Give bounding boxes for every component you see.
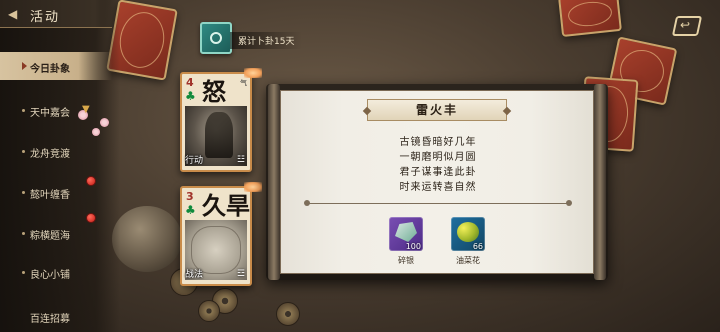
poem-line: 一朝磨明似月圆 — [399, 152, 477, 163]
card-character: 久旱 — [202, 191, 250, 220]
notification-badge — [86, 213, 96, 223]
return-button[interactable]: ↩ — [670, 14, 704, 38]
sidebar-item-label: 粽横题海 — [30, 231, 70, 242]
blossom-decoration — [92, 128, 100, 136]
sidebar-item-dragon-boat-race[interactable]: 龙舟竞渡 — [0, 137, 112, 165]
hexagram-panel: 雷火丰 古镜昏暗好几年 一朝磨明似月圆 君子谋事逢此卦 时来运转喜自然 100 … — [266, 84, 608, 280]
counter-text: 累计卜卦15天 — [230, 32, 303, 49]
background-card — [558, 0, 622, 38]
coin-decoration — [198, 300, 220, 322]
sidebar-item-label: 百连招募 — [30, 314, 70, 325]
flame-decoration — [244, 182, 262, 192]
bullet-icon — [22, 191, 25, 194]
sidebar-item-label: 今日卦象 — [30, 64, 70, 75]
sidebar-item-zongzi-quiz[interactable]: 粽横题海 — [0, 213, 112, 247]
sidebar-item-label: 良心小铺 — [30, 270, 70, 281]
sidebar-item-conscience-shop[interactable]: 良心小铺 — [0, 258, 112, 286]
card-category: 战法 — [185, 270, 204, 280]
fortune-card-2[interactable]: 3 ♣ 久旱 战法 ☲ — [180, 186, 252, 286]
flame-decoration — [244, 68, 262, 78]
card-number: 4 — [186, 76, 194, 89]
fortune-card-1[interactable]: 4 ♣ 怒 气 行动 ☳ — [180, 72, 252, 172]
poem-line: 时来运转喜自然 — [399, 182, 477, 193]
silver-ingot-icon — [395, 222, 417, 242]
card-number: 3 — [186, 190, 194, 203]
chevron-down-icon[interactable]: ▼ — [82, 104, 90, 115]
sidebar-item-leaf-incense[interactable]: 懿叶缠香 — [0, 176, 112, 206]
sidebar: ◀ 活动 今日卦象 天中嘉会 ▼ 龙舟竞渡 懿叶缠香 粽横题海 良心小铺 百连招… — [0, 0, 120, 332]
sidebar-item-label: 懿叶缠香 — [30, 190, 70, 201]
hexagram-title: 雷火丰 — [367, 99, 507, 121]
scroll-roller-left — [268, 84, 280, 280]
club-suit-icon: ♣ — [185, 203, 196, 217]
trigram-icon: ☲ — [236, 269, 245, 279]
reward-name: 油菜花 — [456, 256, 480, 265]
poem-line: 古镜昏暗好几年 — [399, 137, 477, 148]
card-category: 行动 — [185, 156, 204, 166]
reward-silver[interactable]: 100 — [389, 217, 423, 251]
club-suit-icon: ♣ — [185, 89, 196, 103]
bullet-icon — [22, 232, 25, 235]
scroll-roller-right — [594, 84, 606, 280]
bullet-icon — [22, 109, 25, 112]
reward-name: 碎银 — [398, 256, 414, 265]
sidebar-item-label: 龙舟竞渡 — [30, 149, 70, 160]
reward-quantity: 66 — [472, 242, 483, 251]
coin-decoration — [276, 302, 300, 326]
back-arrow-icon[interactable]: ◀ — [8, 7, 17, 21]
sidebar-item-hundred-recruit[interactable]: 百连招募 — [0, 302, 112, 330]
rapeseed-flower-icon — [457, 222, 479, 242]
poem-line: 君子谋事逢此卦 — [399, 167, 477, 178]
page-title: 活动 — [30, 10, 61, 25]
card-subcharacter: 气 — [240, 79, 247, 87]
return-arrow-icon: ↩ — [680, 18, 691, 32]
turtle-shell-decoration — [112, 206, 182, 272]
divination-box-icon — [200, 22, 232, 54]
divider — [304, 200, 572, 206]
hexagram-scroll: 雷火丰 古镜昏暗好几年 一朝磨明似月圆 君子谋事逢此卦 时来运转喜自然 100 … — [280, 90, 594, 274]
trigram-icon: ☳ — [236, 155, 245, 165]
sidebar-item-tianzhong-gathering[interactable]: 天中嘉会 ▼ — [0, 96, 112, 124]
bullet-icon — [22, 150, 25, 153]
reward-quantity: 100 — [405, 242, 421, 251]
sidebar-item-today-divination[interactable]: 今日卦象 — [0, 52, 112, 80]
notification-badge — [86, 176, 96, 186]
sidebar-header: ◀ 活动 — [0, 0, 112, 28]
sidebar-item-label: 天中嘉会 — [30, 108, 70, 119]
reward-rapeseed-flower[interactable]: 66 — [451, 217, 485, 251]
card-character: 怒 — [202, 77, 226, 106]
bullet-icon — [22, 271, 25, 274]
